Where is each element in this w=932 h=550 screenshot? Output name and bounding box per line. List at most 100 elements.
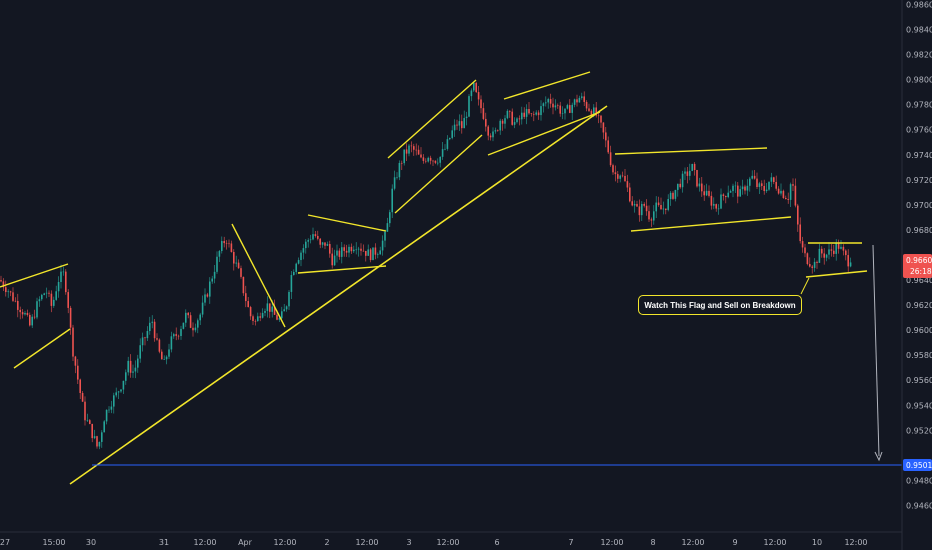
candle-body xyxy=(533,113,535,115)
time-tick-label: 27 xyxy=(0,538,10,547)
candle-body xyxy=(26,312,29,315)
time-tick-label: 10 xyxy=(812,538,822,547)
price-tick-label: 0.96800 xyxy=(906,226,932,235)
candle-body xyxy=(101,432,103,442)
candle-body xyxy=(705,190,708,196)
candle-body xyxy=(192,327,194,331)
candle-body xyxy=(185,312,187,323)
candle-body xyxy=(403,149,405,164)
candle-body xyxy=(818,248,821,263)
candle-body xyxy=(357,248,360,250)
candle-body xyxy=(645,205,648,212)
candle-body xyxy=(252,316,254,322)
chart-background xyxy=(0,0,932,550)
candle-body xyxy=(780,190,782,194)
candle-body xyxy=(665,208,667,210)
candle-body xyxy=(756,178,758,188)
candle-body xyxy=(773,177,775,183)
candle-body xyxy=(787,199,789,200)
candle-body xyxy=(681,173,684,188)
candle-body xyxy=(331,253,333,266)
candle-body xyxy=(127,360,129,373)
candle-body xyxy=(336,250,338,256)
candle-body xyxy=(17,300,19,310)
candle-body xyxy=(458,121,461,126)
candle-body xyxy=(50,293,53,306)
candle-body xyxy=(451,130,453,138)
candle-body xyxy=(655,202,657,212)
candle-body xyxy=(638,206,641,216)
candle-body xyxy=(84,401,86,421)
annotation-callout[interactable]: Watch This Flag and Sell on Breakdown xyxy=(638,295,802,315)
candle-body xyxy=(530,113,533,114)
candle-body xyxy=(117,391,120,393)
candle-body xyxy=(216,256,218,272)
chart-area[interactable]: 0.98600 0.98400 0.98200 0.98000 0.97800 0.976… xyxy=(0,0,932,550)
time-tick-label: 3 xyxy=(406,538,411,547)
candle-body xyxy=(792,184,794,186)
price-tick-label: 0.95200 xyxy=(906,426,932,435)
candle-body xyxy=(480,99,482,109)
candle-body xyxy=(343,247,345,251)
candle-body xyxy=(501,120,504,124)
candle-body xyxy=(134,367,137,372)
candle-body xyxy=(62,271,65,273)
time-tick-label: 2 xyxy=(324,538,329,547)
candle-body xyxy=(842,246,845,251)
candle-body xyxy=(684,171,686,174)
candle-body xyxy=(31,316,33,326)
price-chart[interactable]: 0.98600 0.98400 0.98200 0.98000 0.97800 0.976… xyxy=(0,0,932,550)
candle-body xyxy=(739,189,741,197)
candle-body xyxy=(758,183,761,188)
price-tick-label: 0.95800 xyxy=(906,351,932,360)
candle-body xyxy=(228,243,230,245)
time-tick-label: Apr xyxy=(238,538,253,547)
candle-body xyxy=(381,240,384,251)
candle-body xyxy=(463,118,465,129)
candle-body xyxy=(557,105,559,107)
candle-body xyxy=(369,249,372,261)
candle-body xyxy=(391,188,393,213)
candle-body xyxy=(825,254,828,258)
candle-body xyxy=(53,299,55,306)
candle-body xyxy=(209,281,211,297)
candle-body xyxy=(93,436,96,439)
candle-body xyxy=(189,315,192,328)
candle-body xyxy=(513,122,516,125)
time-tick-label: 6 xyxy=(494,538,499,547)
candle-body xyxy=(708,190,710,196)
candle-body xyxy=(674,189,677,199)
time-tick-label: 31 xyxy=(159,538,169,547)
candle-body xyxy=(653,211,655,221)
candle-body xyxy=(348,246,350,253)
time-tick-label: 12:00 xyxy=(600,538,623,547)
time-tick-label: 12:00 xyxy=(681,538,704,547)
candle-body xyxy=(624,175,626,182)
time-tick-label: 15:00 xyxy=(42,538,65,547)
candle-body xyxy=(497,130,499,131)
price-tick-label: 0.94600 xyxy=(906,501,932,510)
candle-body xyxy=(362,250,365,252)
price-tick-label: 0.98200 xyxy=(906,51,932,60)
candle-body xyxy=(288,291,290,307)
candle-body xyxy=(67,292,69,308)
candle-body xyxy=(156,338,158,340)
candle-body xyxy=(847,255,849,267)
candle-body xyxy=(689,170,691,176)
candle-body xyxy=(163,359,165,360)
candle-body xyxy=(617,174,619,179)
candle-body xyxy=(636,204,638,207)
candle-body xyxy=(173,334,175,337)
candle-body xyxy=(621,175,624,177)
candle-body xyxy=(201,302,204,315)
candle-body xyxy=(518,118,521,120)
candle-body xyxy=(729,191,732,193)
candle-body xyxy=(763,185,765,192)
candle-body xyxy=(521,112,523,120)
candle-body xyxy=(125,372,127,381)
candle-body xyxy=(499,120,501,131)
candle-body xyxy=(261,312,264,318)
candle-body xyxy=(144,337,146,339)
candle-body xyxy=(137,358,139,368)
candle-body xyxy=(350,246,353,252)
